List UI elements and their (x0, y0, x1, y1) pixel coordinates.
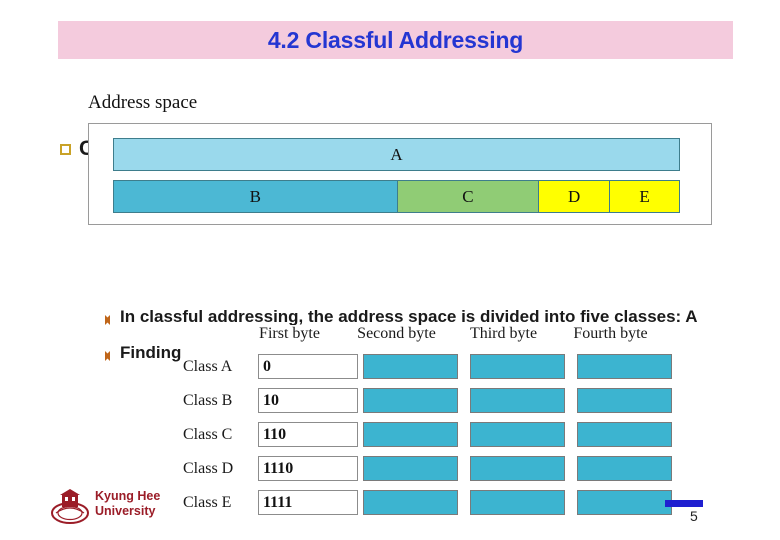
class-row-byte-2-fill (363, 490, 458, 515)
address-bar-class-e: E (609, 180, 680, 213)
page-title: 4.2 Classful Addressing (267, 27, 524, 53)
kyung-hee-crest-icon (51, 489, 89, 524)
address-space-caption: Address space (88, 92, 198, 113)
class-row-byte-2-fill (363, 422, 458, 447)
class-row-byte-3-fill (470, 456, 565, 481)
body-line-1-text: In classful addressing, the address spac… (120, 307, 698, 326)
class-row-byte-3-fill (470, 354, 565, 379)
class-row-label: Class D (183, 460, 234, 477)
class-table-col-header-2: Second byte (357, 325, 436, 342)
class-row-label: Class A (183, 358, 233, 375)
class-row-label: Class C (183, 426, 233, 443)
footer-accent-rule (665, 500, 703, 507)
address-bar-class-a: A (113, 138, 680, 171)
university-name: Kyung Hee University (95, 489, 160, 519)
class-row-byte-2-fill (363, 354, 458, 379)
page-number: 5 (690, 508, 698, 524)
body-line-2-text: Finding t (120, 343, 192, 362)
university-name-line1: Kyung Hee (95, 489, 161, 503)
class-row-byte-2-fill (363, 388, 458, 413)
class-table-row: Class D 1110 (183, 456, 680, 487)
class-row-byte-4-fill (577, 388, 672, 413)
class-table-col-header-1: First byte (259, 325, 320, 342)
class-row-label: Class B (183, 392, 233, 409)
class-table-row: Class C 110 (183, 422, 680, 453)
class-row-byte-2-fill (363, 456, 458, 481)
square-bullet-icon (60, 143, 71, 155)
diamond-bullet-icon (105, 351, 115, 361)
class-row-byte-4-fill (577, 422, 672, 447)
class-row-byte-4-fill (577, 354, 672, 379)
class-row-byte-3-fill (470, 490, 565, 515)
class-row-first-byte: 10 (258, 388, 358, 413)
diamond-bullet-icon (105, 315, 115, 325)
address-bar-class-c: C (396, 180, 539, 213)
class-row-byte-3-fill (470, 388, 565, 413)
address-bar-class-b: B (113, 180, 397, 213)
class-table-col-header-4: Fourth byte (573, 325, 648, 342)
class-row-byte-4-fill (577, 456, 672, 481)
university-name-line2: University (95, 504, 156, 518)
class-row-byte-3-fill (470, 422, 565, 447)
class-table-row: Class E 1111 (183, 490, 680, 521)
class-table-row: Class A 0 (183, 354, 680, 385)
class-row-first-byte: 0 (258, 354, 358, 379)
address-bar-class-d: D (538, 180, 610, 213)
body-bullet-line-2: Finding t (105, 343, 192, 363)
class-byte-table-figure: First byte Second byte Third byte Fourth by… (183, 325, 680, 515)
class-table-row: Class B 10 (183, 388, 680, 419)
class-row-byte-4-fill (577, 490, 672, 515)
class-table-col-header-3: Third byte (469, 325, 538, 342)
class-row-first-byte: 1110 (258, 456, 358, 481)
class-row-first-byte: 110 (258, 422, 358, 447)
class-table-header-row: First byte Second byte Third byte Fourth by… (183, 325, 680, 347)
class-row-first-byte: 1111 (258, 490, 358, 515)
address-bar-row-bcde: BCDE (113, 180, 680, 213)
class-row-label: Class E (183, 494, 232, 511)
body-bullet-line-1: In classful addressing, the address spac… (105, 307, 698, 327)
